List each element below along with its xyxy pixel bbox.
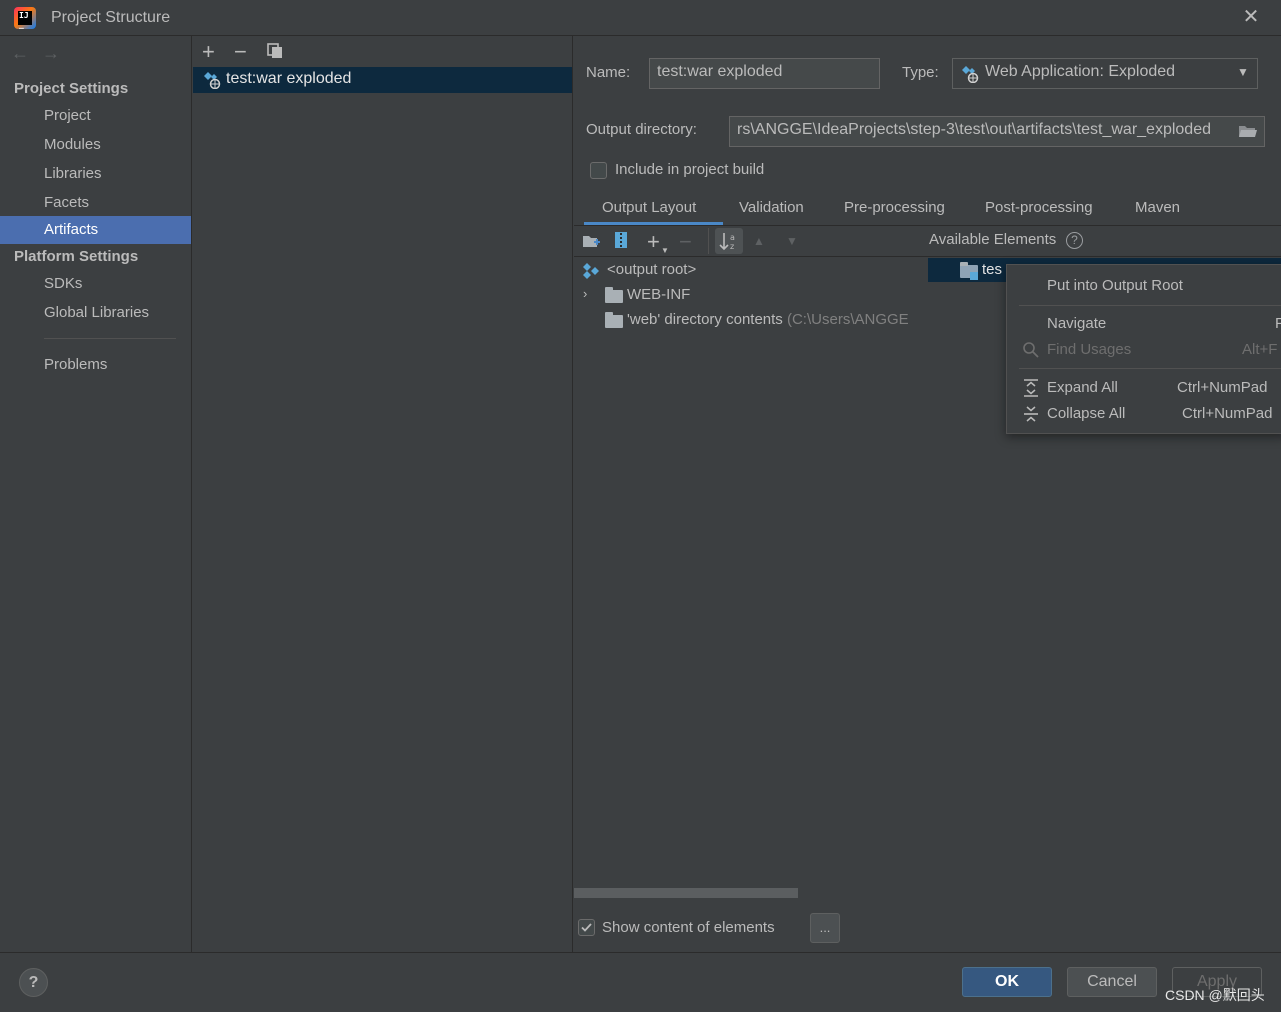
menu-item-collapse-all[interactable]: Collapse All Ctrl+NumPad <box>1007 401 1281 427</box>
toolbar-separator <box>708 228 709 254</box>
artifact-name: test:war exploded <box>226 70 352 87</box>
artifact-row[interactable]: test:war exploded <box>193 67 572 93</box>
intellij-logo-icon: IJ _ <box>14 7 36 29</box>
svg-text:a: a <box>730 233 735 242</box>
close-icon[interactable]: ✕ <box>1240 6 1262 28</box>
module-badge-icon <box>970 272 978 280</box>
horizontal-scrollbar[interactable] <box>574 888 798 898</box>
title-bar: IJ _ Project Structure ✕ <box>0 0 1281 36</box>
csdn-watermark: CSDN @默回头 <box>1165 987 1265 1003</box>
create-archive-icon[interactable] <box>614 231 628 249</box>
expand-all-shortcut: Ctrl+NumPad <box>1177 379 1268 396</box>
chevron-right-icon[interactable]: › <box>583 286 587 301</box>
search-icon <box>1022 341 1040 359</box>
svg-text:z: z <box>730 242 734 251</box>
sidebar-item-project[interactable]: Project <box>0 102 191 130</box>
include-in-build-checkbox[interactable] <box>590 162 607 179</box>
menu-item-put-into-output-root[interactable]: Put into Output Root <box>1007 273 1281 299</box>
sidebar-item-global-libraries[interactable]: Global Libraries <box>0 299 191 327</box>
output-directory-field[interactable]: rs\ANGGE\IdeaProjects\step-3\test\out\ar… <box>729 116 1265 147</box>
add-dropdown-chevron-icon: ▼ <box>661 246 669 255</box>
sidebar-item-problems[interactable]: Problems <box>0 351 191 379</box>
show-content-checkbox[interactable] <box>578 919 595 936</box>
tree-output-root[interactable]: <output root> <box>607 261 696 278</box>
remove-icon[interactable]: − <box>234 39 247 65</box>
sort-elements-toggle[interactable]: az <box>715 228 743 254</box>
artifact-list-panel: + − test:war exploded <box>193 36 573 952</box>
move-down-icon[interactable]: ▼ <box>786 234 798 248</box>
help-button[interactable]: ? <box>19 968 48 997</box>
type-dropdown[interactable]: Web Application: Exploded ▼ <box>952 58 1258 89</box>
tree-web-directory-contents[interactable]: 'web' directory contents (C:\Users\ANGGE <box>627 311 927 328</box>
copy-icon[interactable] <box>267 43 283 59</box>
collapse-all-icon <box>1022 404 1040 424</box>
menu-separator <box>1019 305 1281 306</box>
cancel-button[interactable]: Cancel <box>1067 967 1157 997</box>
project-settings-header: Project Settings <box>14 80 129 97</box>
sidebar-item-modules[interactable]: Modules <box>0 131 191 159</box>
collapse-all-shortcut: Ctrl+NumPad <box>1182 405 1273 422</box>
toolbar-divider <box>574 256 1281 257</box>
available-element-name: tes <box>982 261 1003 278</box>
folder-icon <box>605 312 623 328</box>
find-usages-shortcut: Alt+F <box>1242 341 1278 358</box>
menu-item-navigate[interactable]: Navigate F <box>1007 311 1281 337</box>
tree-web-inf[interactable]: WEB-INF <box>627 286 690 303</box>
sidebar-item-facets[interactable]: Facets <box>0 189 191 217</box>
web-artifact-icon <box>203 71 221 90</box>
show-content-options-button[interactable]: ... <box>810 913 840 943</box>
chevron-down-icon: ▼ <box>1237 65 1249 79</box>
name-label: Name: <box>586 64 631 81</box>
ok-button[interactable]: OK <box>962 967 1052 997</box>
sidebar-item-artifacts[interactable]: Artifacts <box>0 216 191 244</box>
name-field[interactable]: test:war exploded <box>649 58 880 89</box>
sidebar-item-sdks[interactable]: SDKs <box>0 270 191 298</box>
tab-pre-processing[interactable]: Pre-processing <box>844 199 945 216</box>
sidebar-divider <box>44 338 176 339</box>
create-directory-icon[interactable] <box>582 233 600 249</box>
help-circle-icon[interactable]: ? <box>1066 232 1083 249</box>
menu-separator <box>1019 368 1281 369</box>
tab-post-processing[interactable]: Post-processing <box>985 199 1093 216</box>
forward-arrow-icon[interactable]: → <box>42 43 60 64</box>
folder-icon <box>605 287 623 303</box>
output-root-icon <box>582 262 600 280</box>
add-icon[interactable]: + <box>202 39 215 65</box>
output-directory-label: Output directory: <box>586 121 697 138</box>
show-content-label: Show content of elements <box>602 919 775 936</box>
expand-all-icon <box>1022 378 1040 398</box>
window-title: Project Structure <box>51 9 171 26</box>
tab-divider <box>574 225 1281 226</box>
available-elements-label: Available Elements <box>929 231 1057 248</box>
remove-element-icon[interactable]: − <box>679 229 692 255</box>
tab-output-layout[interactable]: Output Layout <box>602 199 696 216</box>
back-arrow-icon[interactable]: ← <box>11 43 29 64</box>
move-up-icon[interactable]: ▲ <box>753 234 765 248</box>
sidebar-item-libraries[interactable]: Libraries <box>0 160 191 188</box>
web-artifact-icon <box>961 65 979 84</box>
type-label: Type: <box>902 64 939 81</box>
settings-sidebar: ← → Project Settings Project Modules Lib… <box>0 36 192 952</box>
browse-folder-icon[interactable] <box>1238 123 1258 139</box>
web-contents-path: (C:\Users\ANGGE <box>786 311 909 328</box>
navigate-shortcut: F <box>1275 315 1281 332</box>
context-menu: Put into Output Root Navigate F Find Usa… <box>1006 264 1281 434</box>
platform-settings-header: Platform Settings <box>14 248 139 265</box>
web-contents-label: 'web' directory contents <box>627 311 783 328</box>
tab-maven[interactable]: Maven <box>1135 199 1180 216</box>
include-in-build-label: Include in project build <box>615 161 765 178</box>
menu-item-expand-all[interactable]: Expand All Ctrl+NumPad <box>1007 375 1281 401</box>
type-value: Web Application: Exploded <box>985 63 1176 80</box>
menu-item-find-usages[interactable]: Find Usages Alt+F <box>1007 337 1281 363</box>
add-element-icon[interactable]: + <box>647 229 660 255</box>
tab-validation[interactable]: Validation <box>739 199 804 216</box>
